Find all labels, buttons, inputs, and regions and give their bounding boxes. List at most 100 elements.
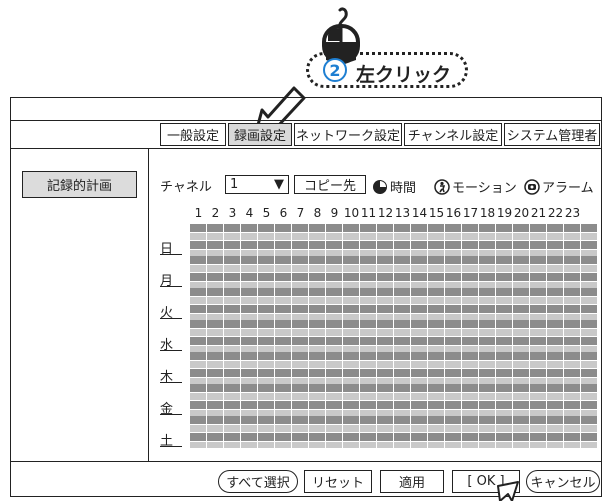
schedule-cell[interactable] <box>241 369 257 377</box>
schedule-cell[interactable] <box>513 337 529 345</box>
schedule-cell[interactable] <box>496 369 512 377</box>
schedule-cell[interactable] <box>207 425 223 432</box>
schedule-cell[interactable] <box>564 433 580 441</box>
schedule-cell[interactable] <box>275 401 291 409</box>
schedule-cell[interactable] <box>309 433 325 441</box>
schedule-cell[interactable] <box>411 273 427 281</box>
schedule-cell[interactable] <box>343 320 359 328</box>
schedule-cell[interactable] <box>360 433 376 441</box>
schedule-cell[interactable] <box>530 305 546 313</box>
schedule-cell[interactable] <box>258 337 274 345</box>
schedule-cell[interactable] <box>326 233 342 240</box>
schedule-cell[interactable] <box>224 416 240 424</box>
schedule-cell[interactable] <box>581 425 597 432</box>
schedule-cell[interactable] <box>309 416 325 424</box>
schedule-cell[interactable] <box>581 305 597 313</box>
schedule-cell[interactable] <box>326 369 342 377</box>
schedule-cell[interactable] <box>496 265 512 272</box>
schedule-cell[interactable] <box>462 233 478 240</box>
schedule-cell[interactable] <box>581 273 597 281</box>
schedule-cell[interactable] <box>411 416 427 424</box>
schedule-cell[interactable] <box>258 305 274 313</box>
schedule-cell[interactable] <box>513 233 529 240</box>
schedule-cell[interactable] <box>496 352 512 360</box>
schedule-cell[interactable] <box>513 265 529 272</box>
schedule-cell[interactable] <box>547 241 563 249</box>
schedule-cell[interactable] <box>292 442 308 448</box>
schedule-cell[interactable] <box>309 337 325 345</box>
schedule-cell[interactable] <box>581 288 597 296</box>
schedule-cell[interactable] <box>581 384 597 392</box>
schedule-cell[interactable] <box>326 224 342 232</box>
schedule-cell[interactable] <box>411 320 427 328</box>
schedule-cell[interactable] <box>190 329 206 336</box>
schedule-cell[interactable] <box>292 297 308 304</box>
schedule-cell[interactable] <box>207 442 223 448</box>
schedule-cell[interactable] <box>479 337 495 345</box>
schedule-cell[interactable] <box>479 393 495 400</box>
schedule-cell[interactable] <box>564 265 580 272</box>
schedule-cell[interactable] <box>462 337 478 345</box>
schedule-cell[interactable] <box>258 297 274 304</box>
schedule-cell[interactable] <box>360 361 376 368</box>
schedule-cell[interactable] <box>547 224 563 232</box>
schedule-cell[interactable] <box>513 320 529 328</box>
schedule-cell[interactable] <box>326 393 342 400</box>
schedule-cell[interactable] <box>258 416 274 424</box>
schedule-cell[interactable] <box>411 401 427 409</box>
schedule-cell[interactable] <box>292 224 308 232</box>
schedule-cell[interactable] <box>343 433 359 441</box>
schedule-cell[interactable] <box>564 256 580 264</box>
schedule-cell[interactable] <box>190 256 206 264</box>
schedule-cell[interactable] <box>547 337 563 345</box>
schedule-cell[interactable] <box>411 361 427 368</box>
schedule-cell[interactable] <box>360 393 376 400</box>
schedule-cell[interactable] <box>445 265 461 272</box>
schedule-cell[interactable] <box>564 288 580 296</box>
schedule-cell[interactable] <box>326 425 342 432</box>
schedule-cell[interactable] <box>224 352 240 360</box>
schedule-cell[interactable] <box>496 320 512 328</box>
schedule-cell[interactable] <box>292 416 308 424</box>
schedule-cell[interactable] <box>564 305 580 313</box>
schedule-cell[interactable] <box>224 369 240 377</box>
schedule-cell[interactable] <box>445 256 461 264</box>
schedule-cell[interactable] <box>326 273 342 281</box>
schedule-cell[interactable] <box>445 442 461 448</box>
schedule-cell[interactable] <box>479 361 495 368</box>
schedule-cell[interactable] <box>547 361 563 368</box>
schedule-cell[interactable] <box>377 233 393 240</box>
schedule-cell[interactable] <box>326 416 342 424</box>
schedule-cell[interactable] <box>377 361 393 368</box>
schedule-cell[interactable] <box>377 433 393 441</box>
schedule-cell[interactable] <box>496 416 512 424</box>
schedule-cell[interactable] <box>445 320 461 328</box>
schedule-cell[interactable] <box>581 233 597 240</box>
schedule-cell[interactable] <box>547 433 563 441</box>
schedule-cell[interactable] <box>190 442 206 448</box>
schedule-cell[interactable] <box>224 442 240 448</box>
schedule-cell[interactable] <box>190 401 206 409</box>
schedule-cell[interactable] <box>428 369 444 377</box>
schedule-cell[interactable] <box>496 297 512 304</box>
schedule-cell[interactable] <box>394 329 410 336</box>
schedule-cell[interactable] <box>581 224 597 232</box>
schedule-cell[interactable] <box>292 288 308 296</box>
schedule-cell[interactable] <box>394 433 410 441</box>
schedule-cell[interactable] <box>258 369 274 377</box>
schedule-cell[interactable] <box>377 288 393 296</box>
schedule-cell[interactable] <box>258 256 274 264</box>
schedule-cell[interactable] <box>241 320 257 328</box>
schedule-cell[interactable] <box>224 224 240 232</box>
schedule-cell[interactable] <box>258 442 274 448</box>
schedule-cell[interactable] <box>564 384 580 392</box>
schedule-cell[interactable] <box>445 433 461 441</box>
schedule-cell[interactable] <box>292 433 308 441</box>
schedule-cell[interactable] <box>258 425 274 432</box>
schedule-cell[interactable] <box>479 305 495 313</box>
schedule-cell[interactable] <box>309 369 325 377</box>
schedule-cell[interactable] <box>428 288 444 296</box>
schedule-cell[interactable] <box>479 320 495 328</box>
schedule-cell[interactable] <box>207 329 223 336</box>
schedule-cell[interactable] <box>275 297 291 304</box>
